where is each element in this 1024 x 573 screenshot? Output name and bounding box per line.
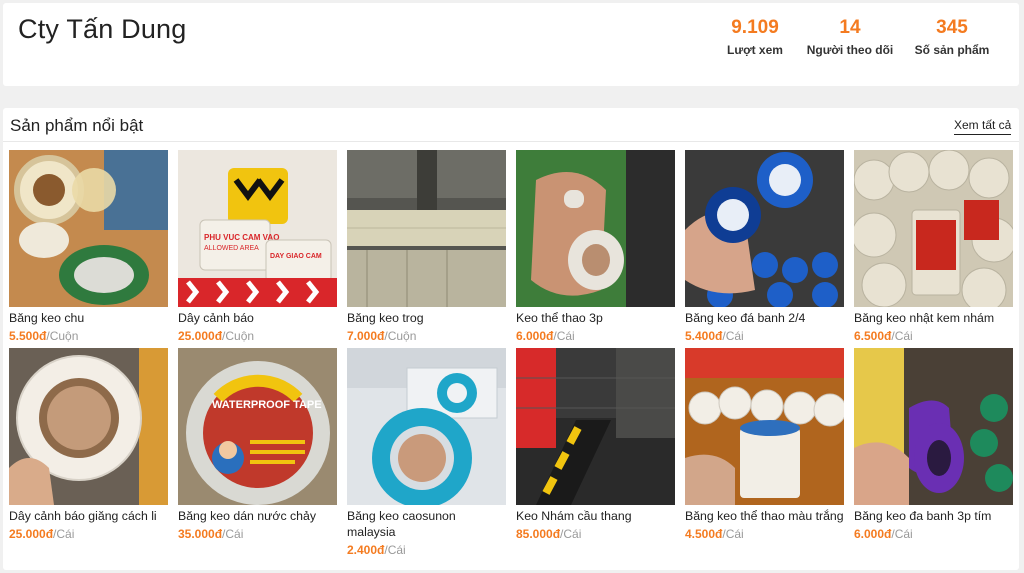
product-unit: Cái — [725, 527, 744, 541]
product-price-row: 6.000đ/Cái — [516, 328, 675, 344]
product-name[interactable]: Băng keo trog — [347, 310, 506, 326]
product-price: 5.400đ — [685, 329, 723, 343]
product-name[interactable]: Băng keo dán nước chảy — [178, 508, 337, 524]
product-name[interactable]: Băng keo thể thao màu trắng — [685, 508, 844, 524]
stat-label: Người theo dõi — [806, 43, 894, 57]
product-unit: Cái — [556, 329, 575, 343]
product-unit: Cái — [725, 329, 744, 343]
svg-text:ALLOWED AREA: ALLOWED AREA — [204, 245, 259, 252]
stat-value: 9.109 — [731, 17, 779, 38]
product-unit: Cái — [387, 543, 406, 557]
product-card[interactable]: PHU VUC CAM VAO ALLOWED AREA DAY GIAO CAM D… — [178, 150, 337, 344]
product-card[interactable]: Băng keo thể thao màu trắng 4.500đ/Cái — [685, 348, 844, 542]
product-price-row: 4.500đ/Cái — [685, 526, 844, 542]
product-image[interactable] — [854, 348, 1013, 505]
product-image[interactable] — [347, 150, 506, 307]
product-price: 6.000đ — [854, 527, 892, 541]
product-image[interactable] — [685, 150, 844, 307]
product-price: 4.500đ — [685, 527, 723, 541]
product-card[interactable]: Băng keo trog 7.000đ/Cuộn — [347, 150, 506, 344]
product-unit: Cái — [563, 527, 582, 541]
product-price: 25.000đ — [178, 329, 223, 343]
product-price: 5.500đ — [9, 329, 47, 343]
product-image[interactable] — [347, 348, 506, 505]
svg-text:DAY GIAO CAM: DAY GIAO CAM — [270, 253, 322, 260]
product-unit: Cái — [894, 329, 913, 343]
product-card[interactable]: Băng keo đa banh 3p tím 6.000đ/Cái — [854, 348, 1013, 542]
product-unit: Cái — [894, 527, 913, 541]
product-image[interactable] — [9, 348, 168, 505]
shop-header: Cty Tấn Dung 9.109 Lượt xem 14 Người the… — [3, 3, 1019, 86]
stat-label: Số sản phẩm — [914, 43, 990, 57]
product-unit: Cuộn — [387, 329, 417, 343]
view-all-link[interactable]: Xem tất cả — [954, 118, 1012, 135]
product-price: 6.500đ — [854, 329, 892, 343]
product-price-row: 85.000đ/Cái — [516, 526, 675, 542]
product-price-row: 25.000đ/Cuộn — [178, 328, 337, 344]
product-name[interactable]: Băng keo nhật kem nhám — [854, 310, 1013, 326]
product-card[interactable]: Băng keo nhật kem nhám 6.500đ/Cái — [854, 150, 1013, 344]
product-price: 25.000đ — [9, 527, 54, 541]
product-name[interactable]: Băng keo đá banh 2/4 — [685, 310, 844, 326]
shop-name: Cty Tấn Dung — [18, 14, 187, 44]
product-price: 7.000đ — [347, 329, 385, 343]
stat-label: Lượt xem — [727, 43, 783, 57]
product-image[interactable]: WATERPROOF TAPE — [178, 348, 337, 505]
stat-views: 9.109 Lượt xem — [720, 17, 790, 58]
product-unit: Cuộn — [225, 329, 255, 343]
product-price: 85.000đ — [516, 527, 561, 541]
product-name[interactable]: Băng keo đa banh 3p tím — [854, 508, 1013, 524]
product-price-row: 5.400đ/Cái — [685, 328, 844, 344]
product-image[interactable] — [9, 150, 168, 307]
product-price: 2.400đ — [347, 543, 385, 557]
product-price-row: 2.400đ/Cái — [347, 542, 506, 558]
product-image[interactable] — [516, 348, 675, 505]
product-unit: Cái — [225, 527, 244, 541]
product-image[interactable] — [516, 150, 675, 307]
product-name[interactable]: Keo Nhám cầu thang — [516, 508, 675, 524]
product-card[interactable]: Băng keo chu 5.500đ/Cuộn — [9, 150, 168, 344]
product-name[interactable]: Băng keo chu — [9, 310, 168, 326]
product-price-row: 7.000đ/Cuộn — [347, 328, 506, 344]
section-title: Sản phẩm nổi bật — [10, 116, 144, 135]
stat-products: 345 Số sản phẩm — [910, 17, 994, 58]
featured-products-section: Sản phẩm nổi bật Xem tất cả Băng keo chu… — [3, 108, 1019, 570]
product-image[interactable]: PHU VUC CAM VAO ALLOWED AREA DAY GIAO CAM — [178, 150, 337, 307]
product-name[interactable]: Keo thể thao 3p — [516, 310, 675, 326]
product-price-row: 35.000đ/Cái — [178, 526, 337, 542]
stat-value: 14 — [839, 17, 861, 38]
product-card[interactable]: Băng keo đá banh 2/4 5.400đ/Cái — [685, 150, 844, 344]
product-unit: Cái — [56, 527, 75, 541]
product-price: 6.000đ — [516, 329, 554, 343]
product-price-row: 25.000đ/Cái — [9, 526, 168, 542]
svg-text:WATERPROOF TAPE: WATERPROOF TAPE — [212, 399, 322, 411]
product-price-row: 6.000đ/Cái — [854, 526, 1013, 542]
product-card[interactable]: Dây cảnh báo giăng cách li 25.000đ/Cái — [9, 348, 168, 542]
product-image[interactable] — [685, 348, 844, 505]
section-divider — [3, 141, 1019, 142]
product-image[interactable] — [854, 150, 1013, 307]
product-name[interactable]: Băng keo caosunon malaysia — [347, 508, 506, 540]
product-card[interactable]: WATERPROOF TAPE Băng keo dán nước chảy 35.… — [178, 348, 337, 542]
product-unit: Cuộn — [49, 329, 79, 343]
stat-value: 345 — [936, 17, 968, 38]
product-name[interactable]: Dây cảnh báo giăng cách li — [9, 508, 168, 524]
product-price: 35.000đ — [178, 527, 223, 541]
product-card[interactable]: Băng keo caosunon malaysia 2.400đ/Cái — [347, 348, 506, 560]
product-price-row: 5.500đ/Cuộn — [9, 328, 168, 344]
product-grid: Băng keo chu 5.500đ/Cuộn PHU VUC CAM VAO AL… — [9, 150, 1013, 560]
stat-followers: 14 Người theo dõi — [800, 17, 900, 58]
product-name[interactable]: Dây cảnh báo — [178, 310, 337, 326]
product-card[interactable]: Keo thể thao 3p 6.000đ/Cái — [516, 150, 675, 344]
product-price-row: 6.500đ/Cái — [854, 328, 1013, 344]
product-card[interactable]: Keo Nhám cầu thang 85.000đ/Cái — [516, 348, 675, 542]
